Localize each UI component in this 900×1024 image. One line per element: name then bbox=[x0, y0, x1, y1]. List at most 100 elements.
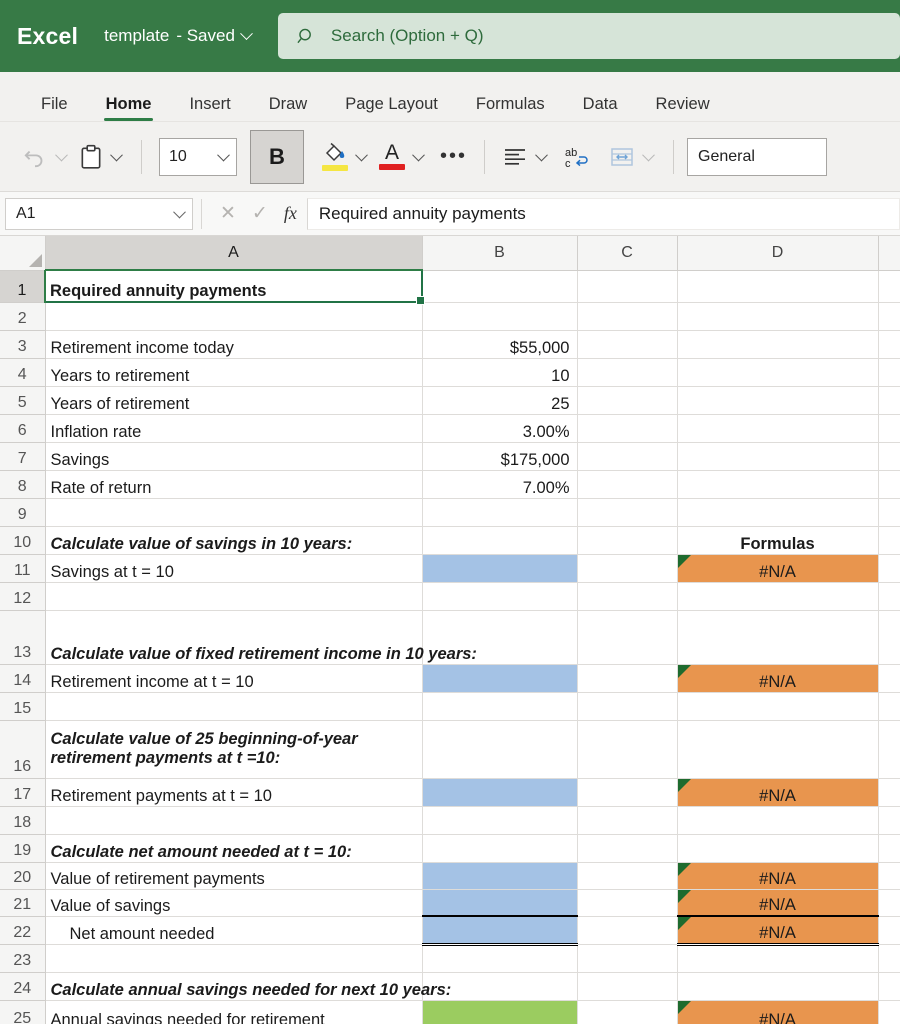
tab-review[interactable]: Review bbox=[637, 95, 729, 121]
cell-E1[interactable] bbox=[877, 269, 900, 303]
cell-A3[interactable]: Retirement income today bbox=[44, 329, 423, 359]
cell-D9[interactable] bbox=[676, 497, 879, 527]
formula-input[interactable]: Required annuity payments bbox=[306, 197, 900, 230]
paste-button[interactable] bbox=[75, 137, 107, 177]
row-header-13[interactable]: 13 bbox=[0, 609, 46, 665]
cell-A4[interactable]: Years to retirement bbox=[44, 357, 423, 387]
cell-A17[interactable]: Retirement payments at t = 10 bbox=[44, 777, 423, 807]
cell-A25[interactable]: Annual savings needed for retirement bbox=[44, 999, 423, 1024]
cell-B2[interactable] bbox=[421, 301, 578, 331]
cell-E14[interactable] bbox=[877, 663, 900, 693]
row-header-2[interactable]: 2 bbox=[0, 301, 46, 331]
cell-E16[interactable] bbox=[877, 719, 900, 779]
column-header-b[interactable]: B bbox=[421, 236, 578, 271]
cell-C5[interactable] bbox=[576, 385, 678, 415]
undo-button[interactable] bbox=[18, 137, 52, 177]
row-header-17[interactable]: 17 bbox=[0, 777, 46, 807]
cell-E12[interactable] bbox=[877, 581, 900, 611]
cell-A15[interactable] bbox=[44, 691, 423, 721]
cell-B4[interactable]: 10 bbox=[421, 357, 578, 387]
cell-C11[interactable] bbox=[576, 553, 678, 583]
cell-D20[interactable]: #N/A bbox=[676, 861, 879, 890]
row-header-18[interactable]: 18 bbox=[0, 805, 46, 835]
column-header-a[interactable]: A bbox=[44, 236, 423, 271]
row-header-10[interactable]: 10 bbox=[0, 525, 46, 555]
cell-E22[interactable] bbox=[877, 915, 900, 945]
cell-B10[interactable] bbox=[421, 525, 578, 555]
tab-insert[interactable]: Insert bbox=[170, 95, 249, 121]
cell-E6[interactable] bbox=[877, 413, 900, 443]
cell-E17[interactable] bbox=[877, 777, 900, 807]
cell-C1[interactable] bbox=[576, 269, 678, 303]
row-header-12[interactable]: 12 bbox=[0, 581, 46, 611]
cell-C22[interactable] bbox=[576, 915, 678, 945]
cell-E19[interactable] bbox=[877, 833, 900, 863]
cell-D25[interactable]: #N/A bbox=[676, 999, 879, 1024]
cell-B17[interactable] bbox=[421, 777, 578, 807]
tab-formulas[interactable]: Formulas bbox=[457, 95, 564, 121]
cell-C8[interactable] bbox=[576, 469, 678, 499]
cell-E25[interactable] bbox=[877, 999, 900, 1024]
paste-dropdown-chevron-icon[interactable] bbox=[110, 148, 123, 162]
cell-B5[interactable]: 25 bbox=[421, 385, 578, 415]
cell-E7[interactable] bbox=[877, 441, 900, 471]
font-color-button[interactable]: A bbox=[375, 137, 409, 177]
cell-E10[interactable] bbox=[877, 525, 900, 555]
cell-A21[interactable]: Value of savings bbox=[44, 888, 423, 917]
row-header-20[interactable]: 20 bbox=[0, 861, 46, 890]
undo-dropdown-chevron-icon[interactable] bbox=[55, 148, 68, 162]
row-header-5[interactable]: 5 bbox=[0, 385, 46, 415]
cell-D5[interactable] bbox=[676, 385, 879, 415]
cell-E13[interactable] bbox=[877, 609, 900, 665]
tab-file[interactable]: File bbox=[22, 95, 87, 121]
cell-B6[interactable]: 3.00% bbox=[421, 413, 578, 443]
cell-A2[interactable] bbox=[44, 301, 423, 331]
cell-C7[interactable] bbox=[576, 441, 678, 471]
cell-D22[interactable]: #N/A bbox=[676, 915, 879, 946]
cell-A8[interactable]: Rate of return bbox=[44, 469, 423, 499]
wrap-text-button[interactable]: ab c bbox=[559, 137, 595, 177]
select-all-corner[interactable] bbox=[0, 236, 46, 271]
cell-E23[interactable] bbox=[877, 943, 900, 973]
cell-D3[interactable] bbox=[676, 329, 879, 359]
tab-page-layout[interactable]: Page Layout bbox=[326, 95, 457, 121]
row-header-25[interactable]: 25 bbox=[0, 999, 46, 1024]
cell-A13[interactable]: Calculate value of fixed retirement inco… bbox=[44, 609, 477, 665]
row-header-23[interactable]: 23 bbox=[0, 943, 46, 973]
cell-E4[interactable] bbox=[877, 357, 900, 387]
cell-E24[interactable] bbox=[877, 971, 900, 1001]
cell-D15[interactable] bbox=[676, 691, 879, 721]
column-header-c[interactable]: C bbox=[576, 236, 678, 271]
cell-B16[interactable] bbox=[421, 719, 578, 779]
cell-E5[interactable] bbox=[877, 385, 900, 415]
cell-D18[interactable] bbox=[676, 805, 879, 835]
column-header-e[interactable] bbox=[877, 236, 900, 271]
font-color-chevron-icon[interactable] bbox=[412, 148, 425, 162]
cell-A10[interactable]: Calculate value of savings in 10 years: bbox=[44, 525, 423, 555]
cell-D7[interactable] bbox=[676, 441, 879, 471]
cell-C24[interactable] bbox=[576, 971, 678, 1001]
cell-C15[interactable] bbox=[576, 691, 678, 721]
row-header-6[interactable]: 6 bbox=[0, 413, 46, 443]
cell-A9[interactable] bbox=[44, 497, 423, 527]
cell-C13[interactable] bbox=[576, 609, 678, 665]
cell-E20[interactable] bbox=[877, 861, 900, 890]
cell-C18[interactable] bbox=[576, 805, 678, 835]
cell-B18[interactable] bbox=[421, 805, 578, 835]
cell-B1[interactable] bbox=[421, 269, 578, 303]
cell-E3[interactable] bbox=[877, 329, 900, 359]
cell-B8[interactable]: 7.00% bbox=[421, 469, 578, 499]
cell-C3[interactable] bbox=[576, 329, 678, 359]
row-header-19[interactable]: 19 bbox=[0, 833, 46, 863]
insert-function-icon[interactable]: fx bbox=[284, 203, 297, 224]
cell-E11[interactable] bbox=[877, 553, 900, 583]
cell-A14[interactable]: Retirement income at t = 10 bbox=[44, 663, 423, 693]
cell-C25[interactable] bbox=[576, 999, 678, 1024]
cell-D11[interactable]: #N/A bbox=[676, 553, 879, 583]
cell-E8[interactable] bbox=[877, 469, 900, 499]
align-chevron-icon[interactable] bbox=[535, 148, 548, 162]
cell-E15[interactable] bbox=[877, 691, 900, 721]
row-header-1[interactable]: 1 bbox=[0, 269, 46, 303]
row-header-4[interactable]: 4 bbox=[0, 357, 46, 387]
cell-C10[interactable] bbox=[576, 525, 678, 555]
